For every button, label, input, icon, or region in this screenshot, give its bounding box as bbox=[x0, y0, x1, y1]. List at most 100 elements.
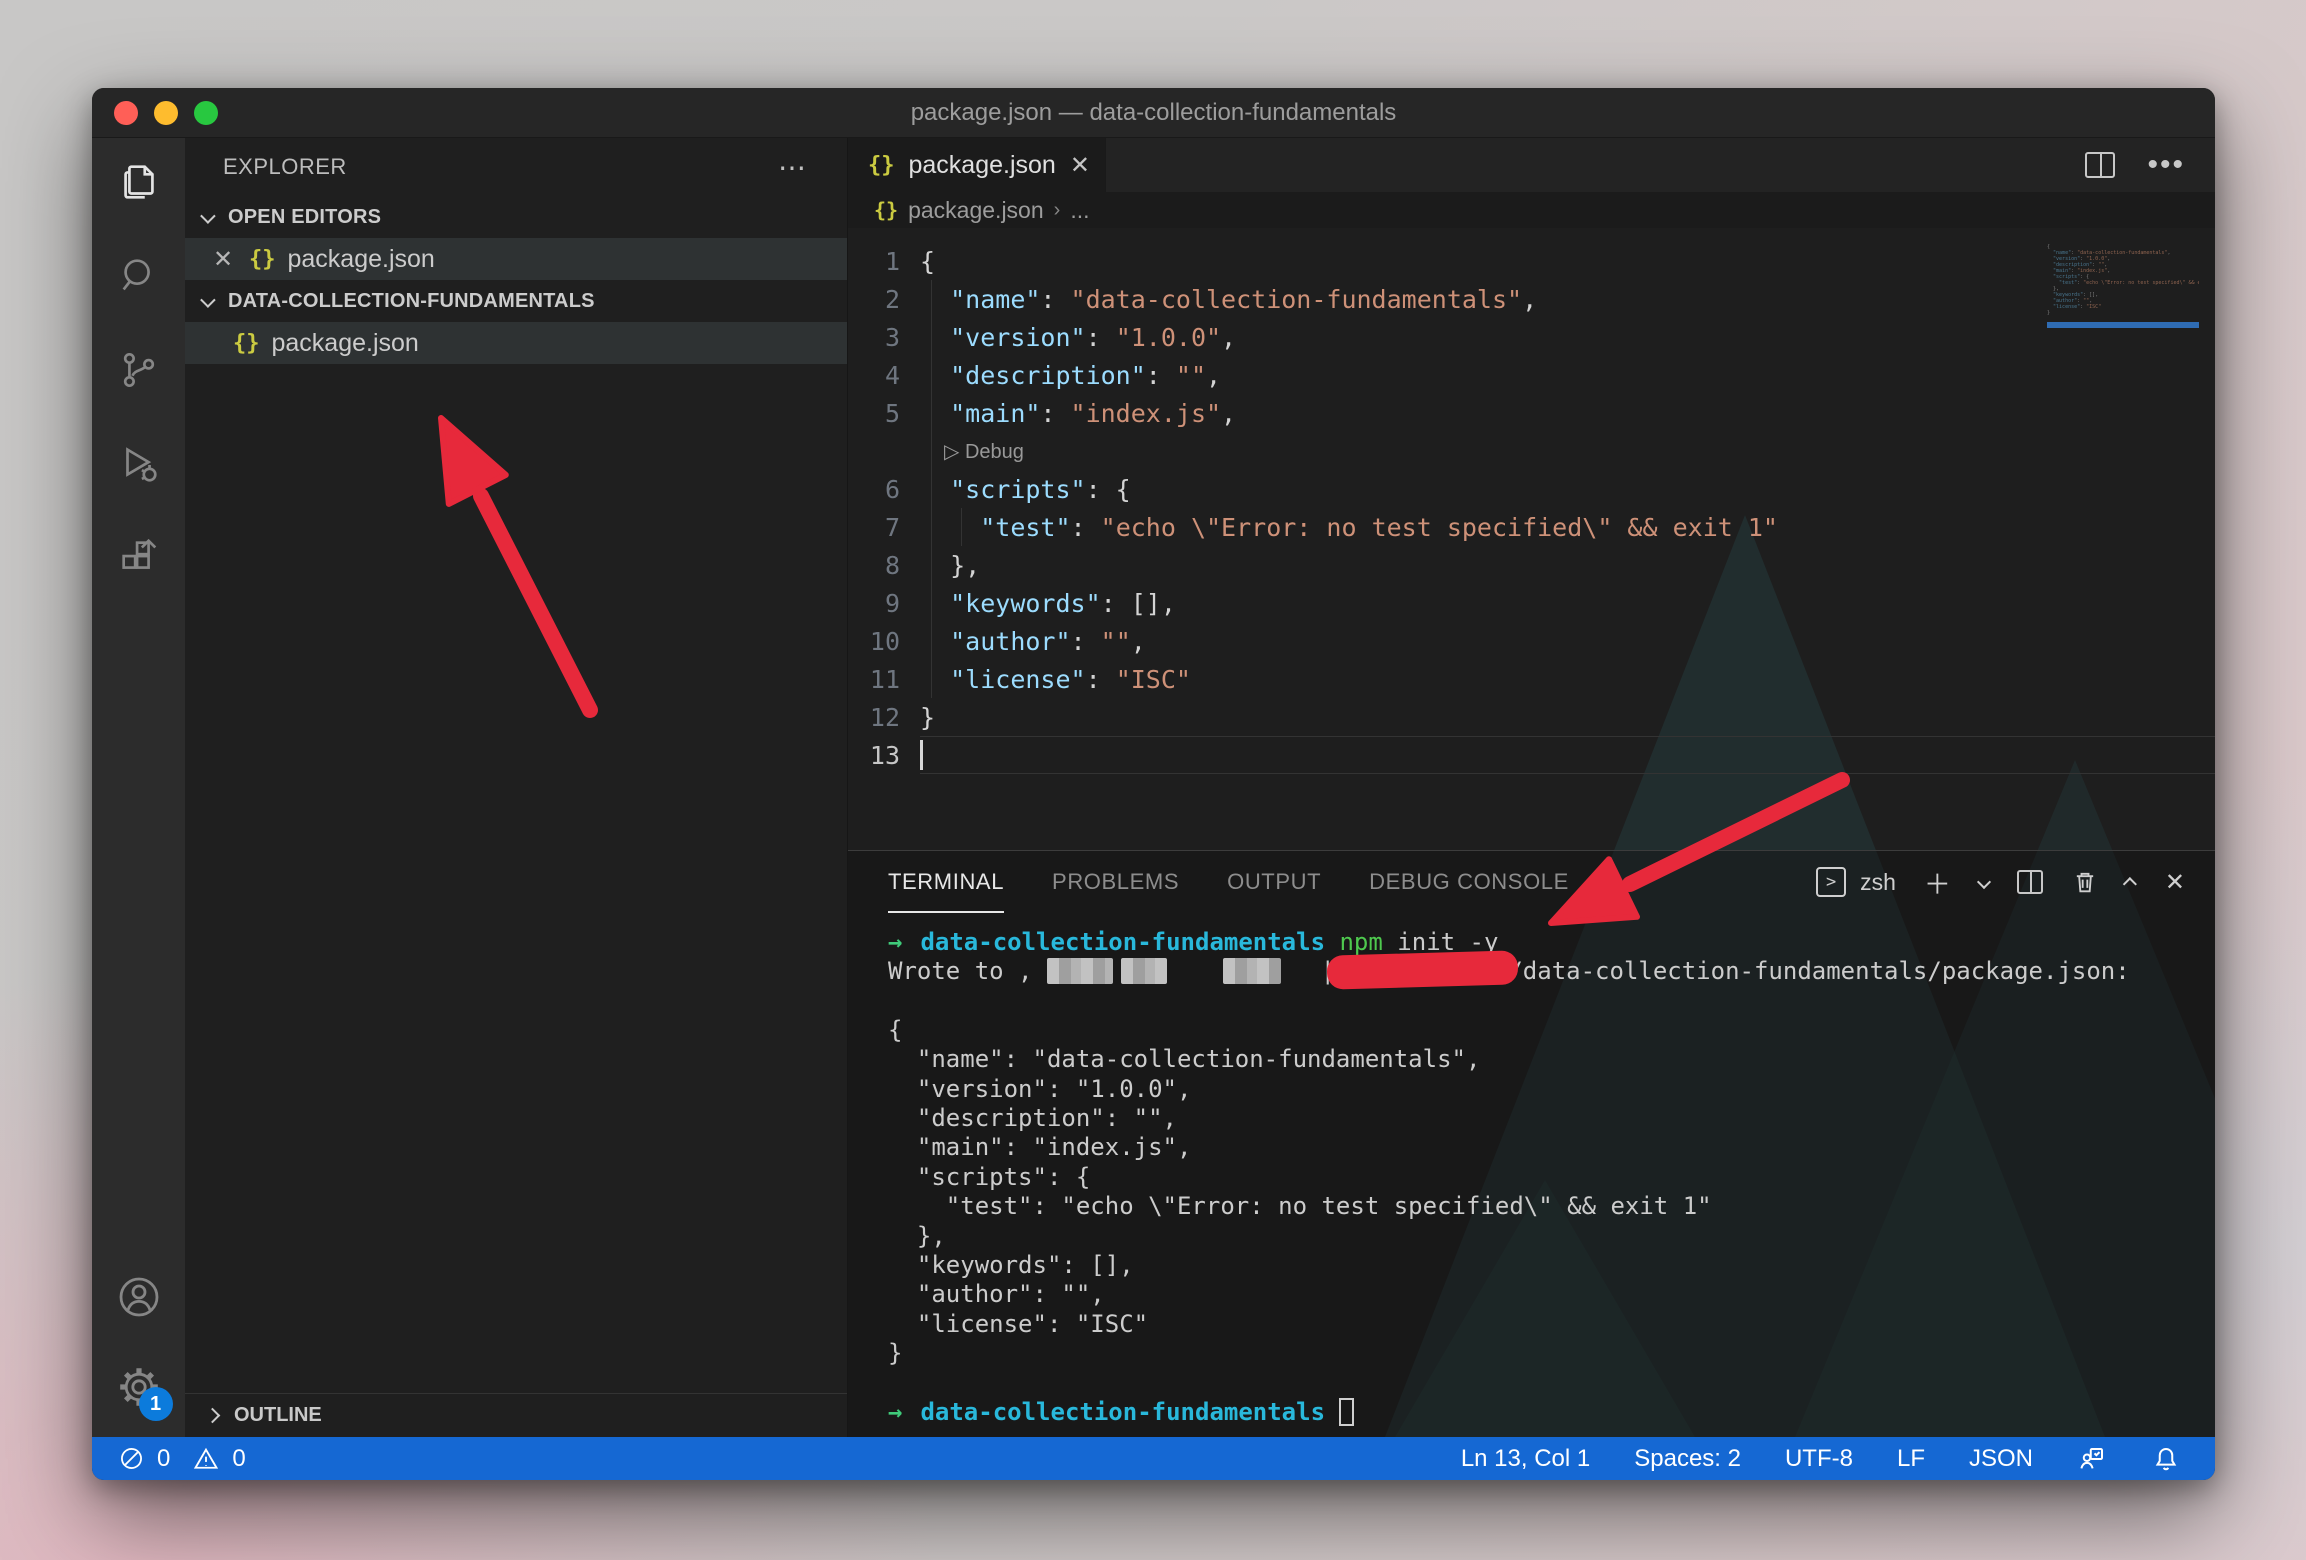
editor-group: {} package.json ✕ ••• {} package.json › … bbox=[848, 138, 2215, 1437]
code-line: 2 "name": "data-collection-fundamentals"… bbox=[848, 280, 2215, 318]
minimap[interactable]: { "name": "data-collection-fundamentals"… bbox=[2047, 244, 2199, 328]
terminal-line: "keywords": [], bbox=[888, 1250, 2215, 1279]
close-editor-icon[interactable]: ✕ bbox=[209, 245, 237, 274]
pixelated-redaction bbox=[1223, 958, 1281, 984]
code-line: 6 "scripts": { bbox=[848, 470, 2215, 508]
codelens-debug[interactable]: ▷ Debug bbox=[848, 432, 2215, 470]
folder-section[interactable]: DATA-COLLECTION-FUNDAMENTALS bbox=[185, 280, 847, 322]
split-terminal-icon[interactable] bbox=[2017, 870, 2043, 894]
error-count: 0 bbox=[157, 1445, 170, 1473]
tab-close-icon[interactable]: ✕ bbox=[1070, 151, 1090, 180]
terminal-panel: TERMINAL PROBLEMS OUTPUT DEBUG CONSOLE >… bbox=[848, 850, 2215, 1437]
maximize-panel-icon[interactable] bbox=[2123, 877, 2137, 891]
editor-more-actions-icon[interactable]: ••• bbox=[2147, 148, 2185, 182]
settings-badge: 1 bbox=[139, 1387, 173, 1421]
terminal-line: "scripts": { bbox=[888, 1162, 2215, 1191]
json-file-icon: {} bbox=[233, 331, 260, 356]
tab-bar: {} package.json ✕ ••• bbox=[848, 138, 2215, 192]
encoding-status[interactable]: UTF-8 bbox=[1785, 1445, 1853, 1473]
open-editors-section[interactable]: OPEN EDITORS bbox=[185, 196, 847, 238]
notifications-bell-icon[interactable] bbox=[2151, 1444, 2181, 1474]
vscode-window: package.json — data-collection-fundament… bbox=[92, 88, 2215, 1480]
terminal-line: "description": "", bbox=[888, 1103, 2215, 1132]
terminal-json-output: { "name": "data-collection-fundamentals"… bbox=[888, 1015, 2215, 1368]
terminal-content[interactable]: →data-collection-fundamentals npm init -… bbox=[848, 913, 2215, 1437]
outline-section[interactable]: OUTLINE bbox=[185, 1393, 847, 1437]
terminal-shell-icon[interactable]: > bbox=[1816, 867, 1846, 897]
settings-gear-icon[interactable]: 1 bbox=[107, 1355, 171, 1419]
chevron-down-icon bbox=[200, 208, 216, 224]
breadcrumb[interactable]: {} package.json › ... bbox=[848, 192, 2215, 228]
code-line: 3 "version": "1.0.0", bbox=[848, 318, 2215, 356]
code-line: 10 "author": "", bbox=[848, 622, 2215, 660]
command-npm: npm bbox=[1339, 928, 1382, 956]
terminal-dropdown-icon[interactable] bbox=[1977, 875, 1991, 889]
terminal-line: }, bbox=[888, 1221, 2215, 1250]
activity-bar: 1 bbox=[92, 138, 185, 1437]
code-line: 5 "main": "index.js", bbox=[848, 394, 2215, 432]
prompt-cwd: data-collection-fundamentals bbox=[920, 1398, 1325, 1426]
new-terminal-icon[interactable]: ＋ bbox=[1924, 863, 1951, 902]
pixelated-redaction bbox=[1047, 958, 1113, 984]
feedback-icon[interactable] bbox=[2077, 1444, 2107, 1474]
accounts-icon[interactable] bbox=[107, 1265, 171, 1329]
pixelated-redaction bbox=[1121, 958, 1167, 984]
problems-status[interactable]: 0 0 bbox=[118, 1445, 246, 1473]
window-title: package.json — data-collection-fundament… bbox=[911, 99, 1397, 127]
kill-terminal-trash-icon[interactable] bbox=[2071, 868, 2099, 896]
tab-debug-console[interactable]: DEBUG CONSOLE bbox=[1369, 851, 1569, 913]
chevron-right-icon bbox=[205, 1408, 221, 1424]
minimize-window-button[interactable] bbox=[154, 101, 178, 125]
code-lines: 1{2 "name": "data-collection-fundamental… bbox=[848, 228, 2215, 774]
source-control-icon[interactable] bbox=[107, 338, 171, 402]
terminal-line: "main": "index.js", bbox=[888, 1133, 2215, 1162]
terminal-line: "author": "", bbox=[888, 1280, 2215, 1309]
prompt-arrow: → bbox=[888, 1398, 902, 1426]
split-editor-icon[interactable] bbox=[2085, 152, 2115, 178]
run-debug-icon[interactable] bbox=[107, 432, 171, 496]
explorer-more-actions[interactable]: ⋯ bbox=[778, 151, 809, 184]
indentation-status[interactable]: Spaces: 2 bbox=[1634, 1445, 1741, 1473]
file-package-json[interactable]: {} package.json bbox=[185, 322, 847, 364]
tab-problems[interactable]: PROBLEMS bbox=[1052, 851, 1179, 913]
red-strikethrough-redaction: /iPlayground bbox=[1335, 957, 1508, 985]
chevron-down-icon bbox=[200, 292, 216, 308]
minimap-current-line bbox=[2047, 322, 2199, 328]
close-window-button[interactable] bbox=[114, 101, 138, 125]
editor-cursor bbox=[920, 740, 923, 770]
terminal-cursor bbox=[1339, 1398, 1354, 1426]
code-line: 13 bbox=[848, 736, 2215, 774]
zoom-window-button[interactable] bbox=[194, 101, 218, 125]
tab-output[interactable]: OUTPUT bbox=[1227, 851, 1321, 913]
prompt-arrow: → bbox=[888, 928, 902, 956]
warning-count: 0 bbox=[232, 1445, 245, 1473]
json-file-icon: {} bbox=[868, 153, 895, 178]
json-file-icon: {} bbox=[249, 247, 276, 272]
code-line: 7 "test": "echo \"Error: no test specifi… bbox=[848, 508, 2215, 546]
terminal-line: "version": "1.0.0", bbox=[888, 1074, 2215, 1103]
chevron-separator: › bbox=[1054, 199, 1061, 222]
cursor-position-status[interactable]: Ln 13, Col 1 bbox=[1461, 1445, 1590, 1473]
language-mode-status[interactable]: JSON bbox=[1969, 1445, 2033, 1473]
code-line: 4 "description": "", bbox=[848, 356, 2215, 394]
wrote-path-text: /data-collection-fundamentals/package.js… bbox=[1508, 957, 2129, 985]
prompt-cwd: data-collection-fundamentals bbox=[920, 928, 1325, 956]
open-editor-package-json[interactable]: ✕ {} package.json bbox=[185, 238, 847, 280]
tab-package-json[interactable]: {} package.json ✕ bbox=[848, 138, 1106, 192]
explorer-icon[interactable] bbox=[107, 150, 171, 214]
terminal-line: "name": "data-collection-fundamentals", bbox=[888, 1045, 2215, 1074]
eol-status[interactable]: LF bbox=[1897, 1445, 1925, 1473]
shell-name[interactable]: zsh bbox=[1860, 869, 1896, 896]
search-icon[interactable] bbox=[107, 244, 171, 308]
status-bar: 0 0 Ln 13, Col 1 Spaces: 2 UTF-8 LF JSON bbox=[92, 1437, 2215, 1480]
close-panel-icon[interactable]: ✕ bbox=[2165, 868, 2185, 897]
code-editor[interactable]: 1{2 "name": "data-collection-fundamental… bbox=[848, 228, 2215, 850]
extensions-icon[interactable] bbox=[107, 526, 171, 590]
title-bar: package.json — data-collection-fundament… bbox=[92, 88, 2215, 138]
sidebar-title: EXPLORER bbox=[223, 154, 347, 180]
tab-terminal[interactable]: TERMINAL bbox=[888, 851, 1004, 913]
json-file-icon: {} bbox=[874, 198, 898, 222]
errors-icon bbox=[118, 1445, 145, 1472]
code-line: 1{ bbox=[848, 242, 2215, 280]
minimap-line: } bbox=[2047, 310, 2199, 316]
